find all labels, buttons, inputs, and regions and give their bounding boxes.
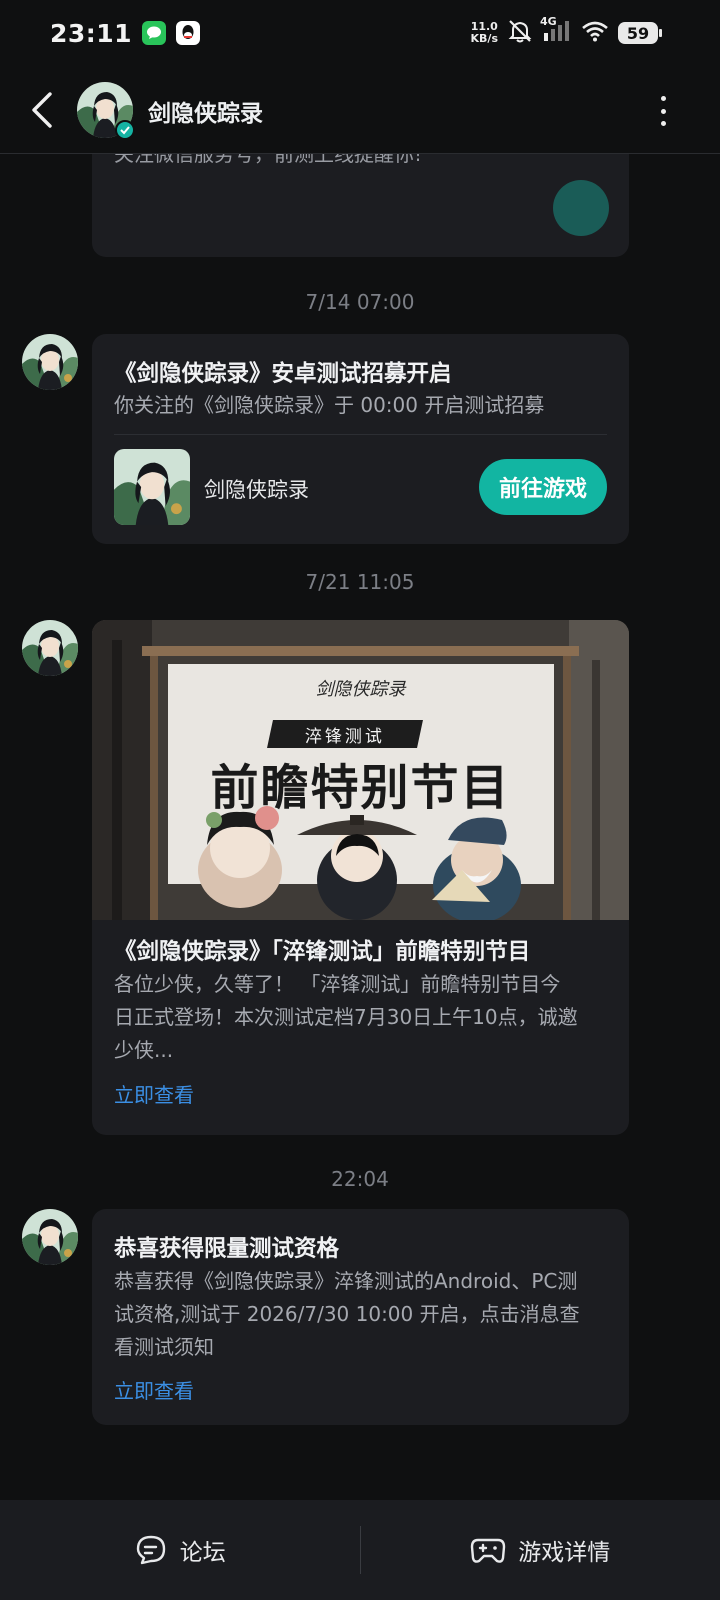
view-now-link[interactable]: 立即查看 [114,1079,194,1108]
message-list[interactable]: 关注微信服务号，前测上线提醒你! 7/14 07:00 《剑隐侠踪录》安卓测试招… [0,154,720,1500]
message-body-line: 各位少侠，久等了！ 「淬锋测试」前瞻特别节目今 [114,972,561,996]
forum-label: 论坛 [179,1540,226,1566]
message-body-line: 恭喜获得《剑隐侠踪录》淬锋测试的Android、PC测 [114,1269,578,1293]
status-time: 23:11 [50,18,133,48]
forum-button[interactable]: 论坛 [0,1500,360,1600]
sender-avatar[interactable] [22,1209,78,1265]
more-options-button[interactable] [658,96,668,126]
message-body-line: 试资格,测试于 2026/7/30 10:00 开启，点击消息查 [114,1302,580,1326]
message-timestamp: 7/21 11:05 [305,570,415,594]
qq-notification-icon [176,21,201,45]
wechat-notification-icon [142,21,167,45]
gamepad-icon [471,1538,506,1563]
verified-badge-icon [115,120,135,140]
message-body-line: 日正式登场！本次测试定档7月30日上午10点，诚邀 [114,1005,578,1029]
banner-image[interactable]: 剑隐侠踪录 淬锋测试 前瞻特别节目 [92,620,629,920]
status-bar: 23:11 11.0 KB/s 4G 59 [0,0,720,66]
message-card-test-qualification[interactable]: 恭喜获得限量测试资格 恭喜获得《剑隐侠踪录》淬锋测试的Android、PC测 试… [92,1209,629,1425]
message-timestamp: 7/14 07:00 [305,290,415,314]
official-account-avatar[interactable] [77,82,135,140]
sender-avatar[interactable] [22,620,78,676]
message-timestamp: 22:04 [331,1167,389,1191]
teal-action-circle[interactable] [553,180,609,236]
game-icon[interactable] [114,449,190,525]
game-name: 剑隐侠踪录 [204,478,309,502]
back-button[interactable] [26,88,60,132]
message-title: 恭喜获得限量测试资格 [114,1236,340,1262]
go-to-game-button[interactable]: 前往游戏 [479,459,607,515]
chevron-left-icon [32,92,52,128]
chat-header: 剑隐侠踪录 [0,66,720,154]
chat-bubble-icon [136,1535,165,1565]
cellular-signal-icon: 4G [540,15,572,47]
page-title: 剑隐侠踪录 [148,101,263,127]
message-body-line: 看测试须知 [114,1335,214,1359]
message-body: 关注微信服务号，前测上线提醒你! [114,154,423,166]
message-body-line: 少侠... [114,1038,174,1062]
message-card-partial[interactable]: 关注微信服务号，前测上线提醒你! [92,154,629,257]
bottom-bar: 论坛 游戏详情 [0,1500,720,1600]
view-now-link[interactable]: 立即查看 [114,1375,194,1404]
message-card-recruitment[interactable]: 《剑隐侠踪录》安卓测试招募开启 你关注的《剑隐侠踪录》于 00:00 开启测试招… [92,334,629,544]
banner-characters [198,806,521,920]
sender-avatar[interactable] [22,334,78,390]
game-details-label: 游戏详情 [518,1540,611,1566]
battery-indicator: 59 [618,22,662,44]
wifi-icon [581,20,609,46]
message-title: 《剑隐侠踪录》安卓测试招募开启 [114,361,452,387]
message-title: 《剑隐侠踪录》「淬锋测试」前瞻特别节目 [114,939,531,965]
message-card-preview-program[interactable]: 剑隐侠踪录 淬锋测试 前瞻特别节目 《剑隐侠踪录》「淬锋测试」前瞻特别节目 各位… [92,620,629,1135]
game-details-button[interactable]: 游戏详情 [361,1500,720,1600]
muted-bell-icon [507,18,533,48]
card-divider [114,434,607,435]
network-speed: 11.0 KB/s [470,20,498,45]
message-body: 你关注的《剑隐侠踪录》于 00:00 开启测试招募 [114,393,545,417]
